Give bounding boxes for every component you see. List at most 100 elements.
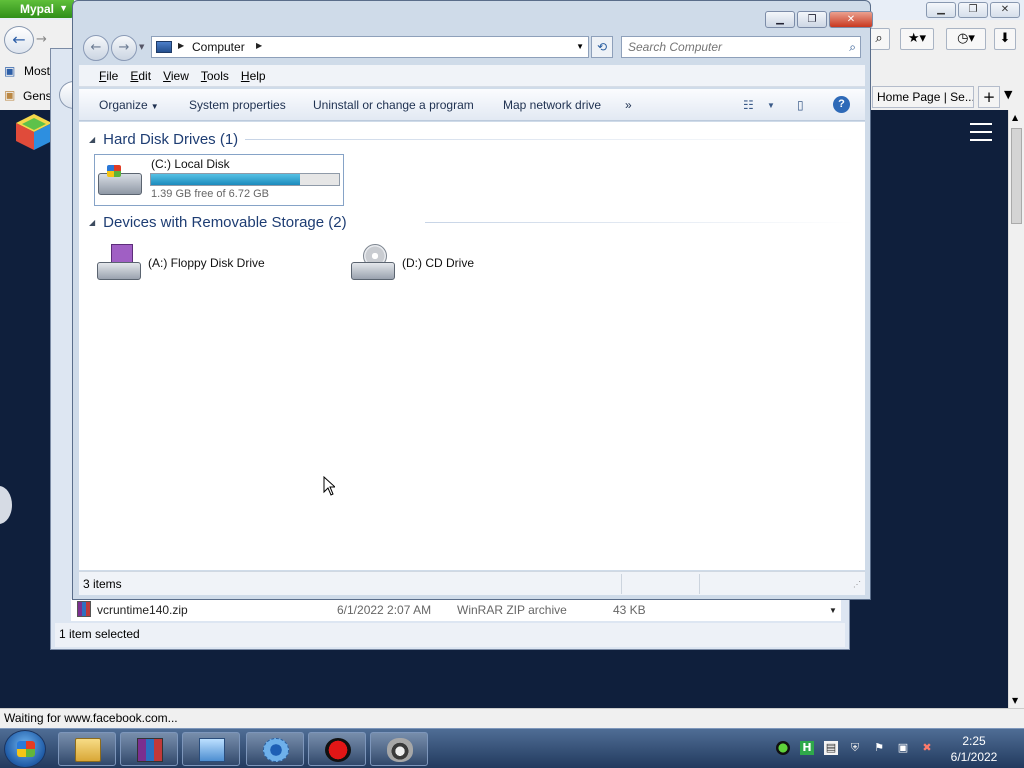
download-icon[interactable]: ⬇ <box>994 28 1016 50</box>
winrar-archive-icon <box>77 601 91 617</box>
system-clock[interactable]: 2:25 6/1/2022 <box>938 733 1010 765</box>
uninstall-program-button[interactable]: Uninstall or change a program <box>313 98 474 112</box>
item-count: 3 items <box>83 577 122 591</box>
flag-icon[interactable]: ⚑ <box>872 741 886 755</box>
search-input[interactable] <box>628 38 838 56</box>
table-row[interactable]: vcruntime140.zip 6/1/2022 2:07 AM WinRAR… <box>71 599 841 621</box>
more-commands-button[interactable]: » <box>625 98 632 112</box>
drive-base-shape <box>351 262 395 280</box>
menu-edit[interactable]: Edit <box>130 69 151 86</box>
preview-pane-icon[interactable]: ▯ <box>797 98 804 112</box>
help-icon[interactable]: ? <box>833 96 850 113</box>
recent-pages-chevron-icon[interactable]: ▼ <box>139 43 144 51</box>
view-options-chevron-icon[interactable]: ▼ <box>767 101 775 110</box>
scroll-down-icon[interactable]: ▼ <box>829 606 837 615</box>
taskbar-winrar[interactable] <box>120 732 178 766</box>
taskbar-raccoon-app[interactable] <box>370 732 428 766</box>
tab-list-chevron-icon[interactable]: ▼ <box>1004 88 1012 101</box>
bookmark-star-icon[interactable]: ★▾ <box>900 28 934 50</box>
maximize-button[interactable]: ❐ <box>958 2 988 18</box>
local-disk-c[interactable]: (C:) Local Disk 1.39 GB free of 6.72 GB <box>94 154 344 206</box>
floppy-drive-a[interactable]: (A:) Floppy Disk Drive <box>94 240 334 288</box>
green-circle-icon[interactable] <box>776 741 790 755</box>
menu-view[interactable]: View <box>163 69 189 86</box>
close-button[interactable]: ✕ <box>990 2 1020 18</box>
change-view-icon[interactable]: ☷ <box>743 98 754 112</box>
refresh-button[interactable]: ⟲ <box>591 36 613 58</box>
close-button[interactable]: ✕ <box>829 11 873 28</box>
scroll-up-icon[interactable]: ▲ <box>1012 113 1018 122</box>
search-icon[interactable]: ⌕ <box>868 28 890 50</box>
taskbar-settings[interactable] <box>246 732 304 766</box>
address-dropdown-icon[interactable]: ▼ <box>576 42 584 51</box>
search-box[interactable]: ⌕ <box>621 36 861 58</box>
group-removable-storage[interactable]: ◢ Devices with Removable Storage (2) <box>89 214 347 231</box>
floppy-drive-label: (A:) Floppy Disk Drive <box>148 256 265 270</box>
back-button[interactable]: ← <box>83 35 109 61</box>
minimize-button[interactable]: ▁ <box>765 11 795 28</box>
collapse-triangle-icon[interactable]: ◢ <box>89 218 95 227</box>
maximize-button[interactable]: ❐ <box>797 11 827 28</box>
file-name: vcruntime140.zip <box>97 603 188 617</box>
system-properties-button[interactable]: System properties <box>189 98 286 112</box>
browser-window-controls: ▁ ❐ ✕ <box>926 2 1020 18</box>
back-button[interactable]: ← <box>4 26 34 54</box>
address-bar[interactable]: ▶ Computer ▶ ▼ <box>151 36 589 58</box>
tab-favicon-icon: ▣ <box>4 88 16 102</box>
browser-status: Waiting for www.facebook.com... <box>0 708 1024 728</box>
scroll-down-icon[interactable]: ▼ <box>1012 696 1018 705</box>
taskbar-recorder[interactable] <box>308 732 366 766</box>
minimize-button[interactable]: ▁ <box>926 2 956 18</box>
forward-button[interactable]: → <box>36 32 47 47</box>
new-tab-button[interactable]: + <box>978 86 1000 108</box>
bluestacks-logo <box>16 114 52 150</box>
menu-help[interactable]: Help <box>241 69 266 86</box>
search-icon[interactable]: ⌕ <box>849 40 856 55</box>
drive-free-space: 1.39 GB free of 6.72 GB <box>151 188 270 200</box>
collapse-triangle-icon[interactable]: ◢ <box>89 135 95 144</box>
record-icon <box>325 738 351 762</box>
start-button[interactable] <box>4 730 46 768</box>
map-network-drive-button[interactable]: Map network drive <box>503 98 601 112</box>
taskbar-explorer[interactable] <box>58 732 116 766</box>
history-icon[interactable]: ◷▾ <box>946 28 986 50</box>
computer-status-bar: 3 items ⋰ <box>79 571 865 595</box>
menu-tools[interactable]: Tools <box>201 69 229 86</box>
page-scrollbar[interactable]: ▲ ▼ <box>1008 110 1024 708</box>
organize-button[interactable]: Organize ▼ <box>99 98 159 112</box>
volume-muted-icon[interactable]: ✖ <box>920 741 934 755</box>
tab-home-page[interactable]: Home Page | Se... <box>872 86 974 108</box>
hamburger-menu-icon[interactable] <box>970 123 992 147</box>
bookmark-most[interactable]: Most <box>24 64 50 78</box>
forward-button[interactable]: → <box>111 35 137 61</box>
breadcrumb-separator-icon[interactable]: ▶ <box>178 41 184 50</box>
tab-gens-label: Gens <box>23 89 52 103</box>
raccoon-icon <box>387 738 413 762</box>
windows-logo-icon <box>17 741 35 757</box>
breadcrumb-computer[interactable]: Computer <box>192 40 245 54</box>
app-menu-button[interactable]: Mypal ▼ <box>0 0 74 18</box>
taskbar-control-panel[interactable] <box>182 732 240 766</box>
scroll-thumb[interactable] <box>1011 128 1022 224</box>
bookmark-icon: ▣ <box>4 64 16 78</box>
disk-usage-fill <box>151 174 300 185</box>
breadcrumb-separator-icon[interactable]: ▶ <box>256 41 262 50</box>
hard-drive-icon <box>95 163 142 197</box>
status-divider <box>699 574 700 594</box>
explorer-icon <box>75 738 101 762</box>
h-icon[interactable]: H <box>800 741 814 755</box>
menu-file[interactable]: File <box>99 69 118 86</box>
windows-logo-icon <box>107 165 121 177</box>
network-icon[interactable]: ▣ <box>896 741 910 755</box>
cd-drive-icon <box>351 244 395 282</box>
security-shield-icon[interactable]: ⛨ <box>848 741 862 755</box>
group-divider <box>425 222 855 223</box>
disk-usage-bar <box>150 173 340 186</box>
control-panel-icon <box>199 738 225 762</box>
computer-window-controls: ▁ ❐ ✕ <box>765 11 873 28</box>
mouse-cursor-icon <box>323 476 335 496</box>
cd-drive-d[interactable]: (D:) CD Drive <box>348 240 588 288</box>
document-icon[interactable]: ▤ <box>824 741 838 755</box>
group-hard-disk-drives[interactable]: ◢ Hard Disk Drives (1) <box>89 131 238 148</box>
resize-grip-icon[interactable]: ⋰ <box>853 580 861 589</box>
